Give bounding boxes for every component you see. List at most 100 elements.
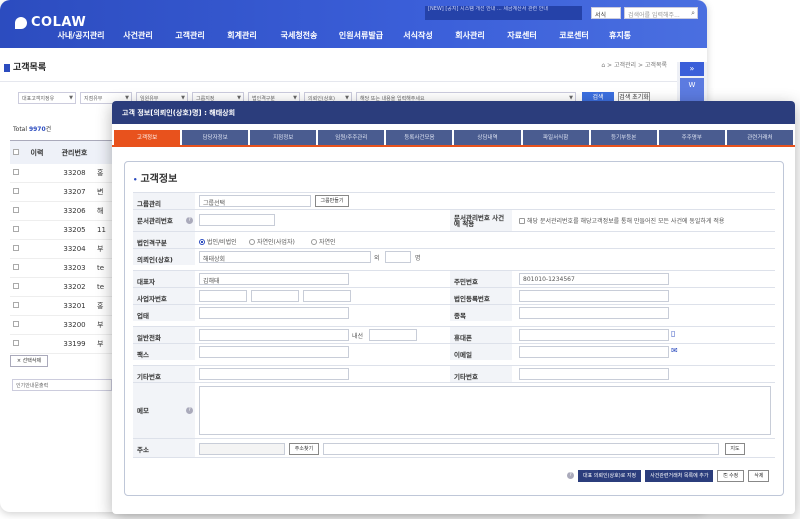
row-checkbox[interactable] [10,264,22,272]
footer-help-icon[interactable]: ? [567,472,574,479]
corp-radio-2[interactable]: 자연인(사업자) [249,237,295,246]
client-input[interactable]: 해태상회 [199,251,371,263]
corp-radio-1[interactable]: 법인/비법인 [199,237,237,246]
item-input[interactable] [519,307,669,319]
total-label: Total [13,126,28,133]
nav-item-0[interactable]: 사내/공지관리 [50,30,112,41]
corp-radio-3[interactable]: 자연인 [311,237,336,246]
row-checkbox[interactable] [10,302,22,310]
etc2-input[interactable] [519,368,669,380]
row-addr: 주소 주소찾기 지도 [133,438,775,458]
row-mgmt-no: 33208 [63,169,86,177]
row-memo: 메모 ? [133,382,775,438]
mobile-icon[interactable]: ▯ [671,329,675,338]
row-checkbox[interactable] [10,188,22,196]
nav-item-8[interactable]: 자료센터 [496,30,548,41]
table-row[interactable]: 33208 홍 [10,164,112,183]
section-title: 고객정보 [133,170,177,185]
table-row[interactable]: 33206 해 [10,202,112,221]
logo-icon [15,16,27,29]
customer-table: 이력 관리번호 33208 홍 33207 변 33206 해 33205 11 33204 부 3… [10,140,112,354]
table-row[interactable]: 33203 te [10,259,112,278]
people-label: 명 [415,255,421,262]
group-select[interactable]: 그룹선택 [199,195,311,207]
tab-underline [112,145,795,147]
set-main-client-button[interactable]: 대표 의뢰인(상호)로 지정 [578,470,642,482]
memo-help-icon[interactable]: ? [186,407,193,414]
table-header: 이력 관리번호 [10,140,112,164]
nav-item-5[interactable]: 인원서류발급 [330,30,392,41]
corp-opt-2: 자연인(사업자) [257,239,295,246]
notice-banner[interactable]: [NEW] [공지] 시스템 개선 안내 ... 세금계산서 관련 안내 [425,6,582,20]
client-label: 의뢰인(상호) [133,249,195,265]
type-label: 업태 [133,305,195,321]
table-row[interactable]: 33207 변 [10,183,112,202]
group-create-button[interactable]: 그룹만들기 [315,195,349,207]
delete-selected-button[interactable]: × 선택삭제 [10,355,48,367]
table-row[interactable]: 33205 11 [10,221,112,240]
type-input[interactable] [199,307,349,319]
table-row[interactable]: 33202 te [10,278,112,297]
rep-input[interactable]: 김해태 [199,273,349,285]
nav-item-1[interactable]: 사건관리 [112,30,164,41]
nav-item-9[interactable]: 코로센터 [548,30,600,41]
biz-input-3[interactable] [303,290,351,302]
row-checkbox[interactable] [10,340,22,348]
row-checkbox[interactable] [10,207,22,215]
table-row[interactable]: 33199 부 [10,335,112,354]
edit-button[interactable]: ⎘ 수정 [717,470,745,482]
nav-item-2[interactable]: 고객관리 [164,30,216,41]
map-button[interactable]: 지도 [725,443,745,455]
fax-input[interactable] [199,346,349,358]
addr-label: 주소 [133,439,195,457]
nav-item-7[interactable]: 회사관리 [444,30,496,41]
addr-input[interactable] [323,443,719,455]
nav-item-4[interactable]: 국세청전송 [268,30,330,41]
select-all-checkbox[interactable] [10,148,22,157]
row-checkbox[interactable] [10,321,22,329]
biz-input-1[interactable] [199,290,247,302]
row-checkbox[interactable] [10,226,22,234]
logo[interactable]: COLAW [15,15,86,30]
row-checkbox[interactable] [10,169,22,177]
row-checkbox[interactable] [10,283,22,291]
table-row[interactable]: 33204 부 [10,240,112,259]
zip-input[interactable] [199,443,285,455]
delete-button[interactable]: 삭제 [748,470,770,482]
mail-icon[interactable]: ✉ [671,346,678,355]
resid-input[interactable]: 801010-1234567 [519,273,669,285]
corpno-input[interactable] [519,290,669,302]
filter-0[interactable]: 대표고객지정유 [18,92,76,104]
table-row[interactable]: 33200 부 [10,316,112,335]
email-input[interactable] [519,346,669,358]
corp-opt-3: 자연인 [319,239,336,246]
phone-input[interactable] [199,329,349,341]
system-select[interactable]: 서식 [591,7,621,19]
docno-input[interactable] [199,214,275,226]
nav-item-6[interactable]: 서식작성 [392,30,444,41]
top-search-input[interactable]: 검색어를 입력해주... ⌕ [624,7,698,19]
add-related-button[interactable]: 사건관련거래처 목록에 추가 [645,470,714,482]
memo-textarea[interactable] [199,386,771,435]
expand-icon[interactable]: » [680,62,704,76]
nav-item-3[interactable]: 회계관리 [216,30,268,41]
phone-label: 일반전화 [133,327,195,343]
ext-input[interactable] [369,329,417,341]
corpno-label: 법인등록번호 [450,288,512,304]
row-name: 해 [97,207,104,215]
biz-input-2[interactable] [251,290,299,302]
mobile-input[interactable] [519,329,669,341]
addr-search-button[interactable]: 주소찾기 [289,443,319,455]
apply-checkbox[interactable]: 해당 문서관리번호를 해당고객정보를 통해 만들어진 모든 사건에 동일하게 적… [519,216,724,225]
nav-item-10[interactable]: 휴지통 [600,30,640,41]
breadcrumb[interactable]: ⌂ > 고객관리 > 고객목록 [601,60,667,69]
search-icon[interactable]: ⌕ [691,9,695,18]
table-row[interactable]: 33201 홍 [10,297,112,316]
outside-count-input[interactable] [385,251,411,263]
help-icon[interactable]: ? [186,217,193,224]
row-checkbox[interactable] [10,245,22,253]
main-nav: 사내/공지관리 사건관리 고객관리 회계관리 국세청전송 인원서류발급 서식작성 회사관리 자료… [50,30,640,41]
etc1-input[interactable] [199,368,349,380]
print-select[interactable]: 인기안내문출력 [12,379,112,391]
customer-info-panel: 고객정보 그룹관리 그룹선택 그룹만들기 문서관리번호 ? 문서관리번호 사건에… [124,161,784,496]
